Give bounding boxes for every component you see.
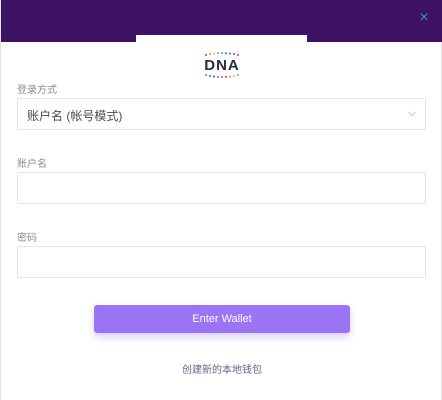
login-method-value: 账户名 (帐号模式) (27, 109, 123, 123)
logo-text: DNA (204, 57, 240, 74)
chevron-down-icon (408, 111, 416, 117)
dna-logo: DNA (204, 51, 240, 79)
header-notch (136, 35, 307, 43)
close-button[interactable]: × (413, 7, 435, 29)
login-method-label: 登录方式 (17, 85, 57, 96)
password-input[interactable] (17, 246, 426, 278)
logo-dots-bottom (204, 73, 240, 79)
password-label: 密码 (17, 233, 37, 244)
create-wallet-link[interactable]: 创建新的本地钱包 (1, 361, 442, 376)
login-method-select[interactable]: 账户名 (帐号模式) (17, 98, 426, 130)
account-name-input[interactable] (17, 172, 426, 204)
logo-dots-top (204, 51, 240, 57)
login-dialog: × DNA 登录方式 账户名 (帐号模式) 账户名 密码 Enter Walle… (0, 0, 442, 400)
account-name-label: 账户名 (17, 159, 47, 170)
enter-wallet-button[interactable]: Enter Wallet (94, 305, 350, 333)
close-icon: × (419, 9, 429, 26)
